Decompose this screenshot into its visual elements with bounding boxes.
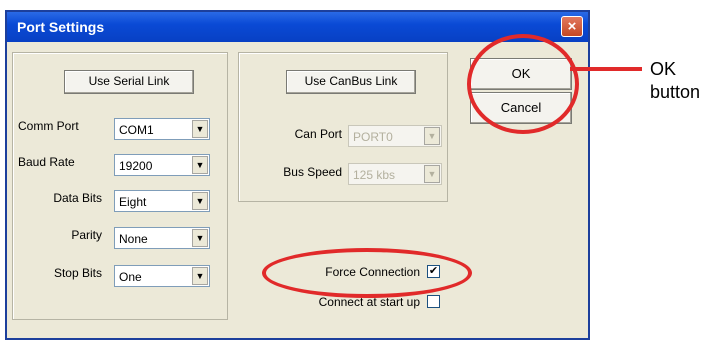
can-port-select: PORT0 ▼ [348,125,442,147]
ok-highlight-ring [467,34,579,134]
use-canbus-link-button[interactable]: Use CanBus Link [286,70,416,94]
baud-rate-select[interactable]: 19200 ▼ [114,154,210,176]
baud-rate-label: Baud Rate [18,155,75,169]
bus-speed-select: 125 kbs ▼ [348,163,442,185]
chevron-down-icon[interactable]: ▼ [192,229,208,247]
data-bits-value: Eight [119,195,147,209]
close-icon: × [567,18,577,35]
can-port-value: PORT0 [353,130,393,144]
dialog-title: Port Settings [17,19,105,35]
parity-label: Parity [71,228,102,242]
can-port-label: Can Port [294,127,342,141]
bus-speed-label: Bus Speed [283,165,342,179]
ok-button-callout: OK button [650,58,700,104]
stop-bits-select[interactable]: One ▼ [114,265,210,287]
data-bits-label: Data Bits [53,191,102,205]
stop-bits-value: One [119,270,142,284]
chevron-down-icon: ▼ [424,165,440,183]
connect-at-startup-checkbox[interactable] [427,295,440,308]
baud-rate-value: 19200 [119,159,153,173]
data-bits-select[interactable]: Eight ▼ [114,190,210,212]
bus-speed-value: 125 kbs [353,168,396,182]
chevron-down-icon[interactable]: ▼ [192,192,208,210]
comm-port-select[interactable]: COM1 ▼ [114,118,210,140]
comm-port-value: COM1 [119,123,154,137]
chevron-down-icon[interactable]: ▼ [192,267,208,285]
parity-select[interactable]: None ▼ [114,227,210,249]
stop-bits-label: Stop Bits [53,266,102,280]
chevron-down-icon[interactable]: ▼ [192,120,208,138]
callout-line-1: OK [650,59,677,79]
force-connection-highlight-ring [262,248,472,298]
chevron-down-icon[interactable]: ▼ [192,156,208,174]
comm-port-label: Comm Port [18,119,79,133]
callout-pointer-line [570,67,642,71]
chevron-down-icon: ▼ [424,127,440,145]
use-serial-link-button[interactable]: Use Serial Link [64,70,194,94]
parity-value: None [119,232,148,246]
callout-line-2: button [650,82,701,102]
close-button[interactable]: × [561,16,583,37]
